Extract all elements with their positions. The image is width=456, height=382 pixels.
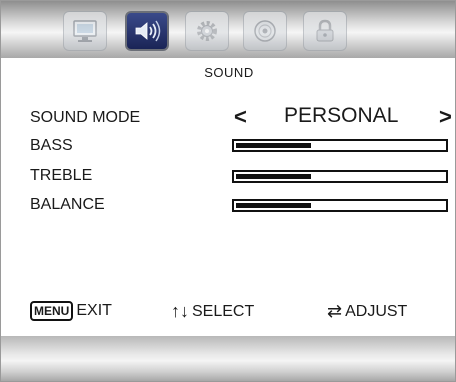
exit-label: EXIT bbox=[76, 302, 112, 319]
treble-slider[interactable] bbox=[232, 170, 448, 183]
sound-mode-next-arrow[interactable]: > bbox=[439, 104, 452, 130]
tab-picture[interactable] bbox=[63, 11, 107, 51]
bottom-bar bbox=[1, 336, 455, 381]
monitor-icon bbox=[73, 20, 97, 42]
menu-key-icon[interactable]: MENU bbox=[30, 301, 74, 321]
tab-lock[interactable] bbox=[303, 11, 347, 51]
adjust-label: ADJUST bbox=[345, 302, 408, 320]
gear-icon bbox=[197, 21, 217, 41]
footer-adjust-hint: ⇄ ADJUST bbox=[327, 301, 407, 322]
tab-sound[interactable] bbox=[125, 11, 169, 51]
footer-exit-hint: MENU EXIT bbox=[30, 301, 112, 321]
menu-tab-bar bbox=[1, 1, 455, 58]
sound-mode-value[interactable]: PERSONAL bbox=[284, 104, 398, 128]
disc-icon bbox=[254, 20, 276, 42]
speaker-icon bbox=[135, 20, 161, 42]
bass-label: BASS bbox=[30, 137, 73, 154]
footer-select-hint: ↑↓ SELECT bbox=[171, 301, 254, 322]
treble-slider-fill bbox=[236, 174, 311, 179]
osd-menu-window: SOUND SOUND MODE < PERSONAL > BASS TREBL… bbox=[0, 0, 456, 382]
sound-mode-prev-arrow[interactable]: < bbox=[234, 104, 247, 130]
bass-slider-fill bbox=[236, 143, 311, 148]
menu-title: SOUND bbox=[204, 65, 254, 80]
tab-channel[interactable] bbox=[243, 11, 287, 51]
select-label: SELECT bbox=[192, 302, 255, 320]
bass-slider[interactable] bbox=[232, 139, 448, 152]
lock-icon bbox=[316, 19, 334, 42]
treble-label: TREBLE bbox=[30, 167, 93, 184]
balance-slider[interactable] bbox=[232, 199, 448, 212]
tab-setup[interactable] bbox=[185, 11, 229, 51]
sound-mode-label: SOUND MODE bbox=[30, 109, 141, 126]
balance-label: BALANCE bbox=[30, 196, 105, 213]
balance-slider-fill bbox=[236, 203, 311, 208]
left-right-arrows-icon: ⇄ bbox=[327, 301, 343, 321]
up-down-arrows-icon: ↑↓ bbox=[171, 301, 189, 321]
